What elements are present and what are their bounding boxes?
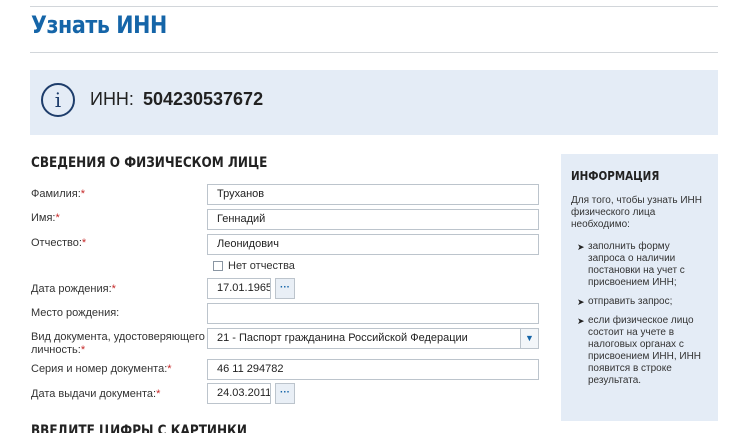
info-panel: ИНФОРМАЦИЯ Для того, чтобы узнать ИНН фи… bbox=[561, 154, 718, 421]
surname-label: Фамилия:* bbox=[31, 188, 86, 200]
required-mark: * bbox=[111, 283, 116, 295]
birth-place-label: Место рождения: bbox=[31, 307, 120, 319]
list-item: ➤ отправить запрос; bbox=[577, 296, 673, 307]
inn-value: 504230537672 bbox=[142, 89, 264, 109]
required-mark: * bbox=[80, 188, 86, 200]
doc-number-field[interactable]: 46 11 294782 bbox=[207, 359, 539, 380]
issue-date-calendar-button[interactable]: ··· bbox=[275, 383, 295, 404]
issue-date-label: Дата выдачи документа:* bbox=[31, 388, 161, 400]
required-mark: * bbox=[156, 388, 161, 400]
name-field[interactable]: Геннадий bbox=[207, 209, 539, 230]
inn-result: ИНН: 504230537672 bbox=[90, 89, 263, 110]
doc-number-label: Серия и номер документа:* bbox=[31, 363, 172, 375]
inn-label: ИНН: bbox=[90, 89, 134, 109]
surname-field[interactable]: Труханов bbox=[207, 184, 539, 205]
no-patronymic-option[interactable]: Нет отчества bbox=[213, 260, 295, 272]
patronymic-field[interactable]: Леонидович bbox=[207, 234, 539, 255]
no-patronymic-label: Нет отчества bbox=[228, 260, 295, 272]
list-item: ➤ заполнить форму запроса о наличии поста… bbox=[577, 241, 685, 288]
required-mark: * bbox=[81, 237, 87, 249]
birth-place-field[interactable] bbox=[207, 303, 539, 324]
required-mark: * bbox=[80, 344, 86, 356]
arrow-bullet-icon: ➤ bbox=[577, 316, 585, 326]
info-title: ИНФОРМАЦИЯ bbox=[571, 169, 660, 183]
name-label: Имя:* bbox=[31, 212, 60, 224]
captcha-section-title: ВВЕДИТЕ ЦИФРЫ С КАРТИНКИ bbox=[31, 423, 247, 433]
info-list: ➤ заполнить форму запроса о наличии поста… bbox=[571, 241, 708, 387]
arrow-bullet-icon: ➤ bbox=[577, 242, 585, 252]
birth-date-calendar-button[interactable]: ··· bbox=[275, 278, 295, 299]
patronymic-label: Отчество:* bbox=[31, 237, 87, 249]
title-divider bbox=[30, 52, 718, 53]
person-section-title: СВЕДЕНИЯ О ФИЗИЧЕСКОМ ЛИЦЕ bbox=[31, 155, 268, 171]
birth-date-field[interactable]: 17.01.1965 bbox=[207, 278, 271, 299]
doc-type-label: Вид документа, удостоверяющего личность:* bbox=[31, 331, 205, 356]
required-mark: * bbox=[55, 212, 60, 224]
arrow-bullet-icon: ➤ bbox=[577, 297, 585, 307]
doc-type-select[interactable]: 21 - Паспорт гражданина Российской Федер… bbox=[207, 328, 539, 349]
page-title: Узнать ИНН bbox=[31, 11, 167, 39]
required-mark: * bbox=[167, 363, 172, 375]
inn-result-banner: i ИНН: 504230537672 bbox=[30, 70, 718, 135]
birth-date-label: Дата рождения:* bbox=[31, 283, 116, 295]
chevron-down-icon[interactable]: ▼ bbox=[520, 329, 538, 348]
doc-type-value: 21 - Паспорт гражданина Российской Федер… bbox=[217, 332, 468, 344]
top-divider bbox=[30, 6, 718, 7]
info-intro: Для того, чтобы узнать ИНН физического л… bbox=[571, 195, 702, 230]
issue-date-field[interactable]: 24.03.2011 bbox=[207, 383, 271, 404]
info-icon: i bbox=[41, 83, 75, 117]
list-item: ➤ если физическое лицо состоит на учете в… bbox=[577, 315, 702, 386]
no-patronymic-checkbox[interactable] bbox=[213, 261, 223, 271]
